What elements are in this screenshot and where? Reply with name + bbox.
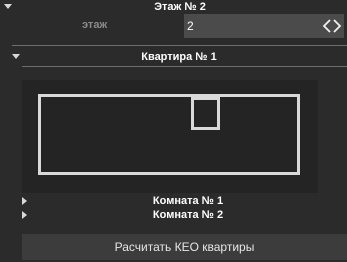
floor-field-label: этаж (82, 19, 108, 31)
calculate-keo-button[interactable]: Расчитать КЕО квартиры (22, 234, 347, 260)
apartment-title: Квартира № 1 (141, 51, 217, 63)
room-2-label[interactable]: Комната № 2 (128, 209, 248, 221)
apartment-plan-preview (22, 80, 318, 193)
apartment-divider (22, 66, 347, 67)
room-2-expand-icon[interactable] (22, 211, 27, 219)
stepper-next-icon[interactable] (332, 19, 342, 33)
section-divider (12, 45, 347, 46)
room-outline[interactable] (191, 97, 220, 130)
room-1-label[interactable]: Комната № 1 (128, 195, 248, 207)
floor-title: Этаж № 2 (154, 1, 206, 13)
floor-number-stepper[interactable]: 2 (184, 14, 344, 38)
apartment-collapse-icon[interactable] (12, 54, 20, 59)
stepper-prev-icon[interactable] (322, 19, 332, 33)
room-1-expand-icon[interactable] (22, 197, 27, 205)
floor-collapse-icon[interactable] (4, 4, 12, 9)
floor-number-value: 2 (187, 19, 194, 33)
apartment-outline (38, 94, 300, 175)
